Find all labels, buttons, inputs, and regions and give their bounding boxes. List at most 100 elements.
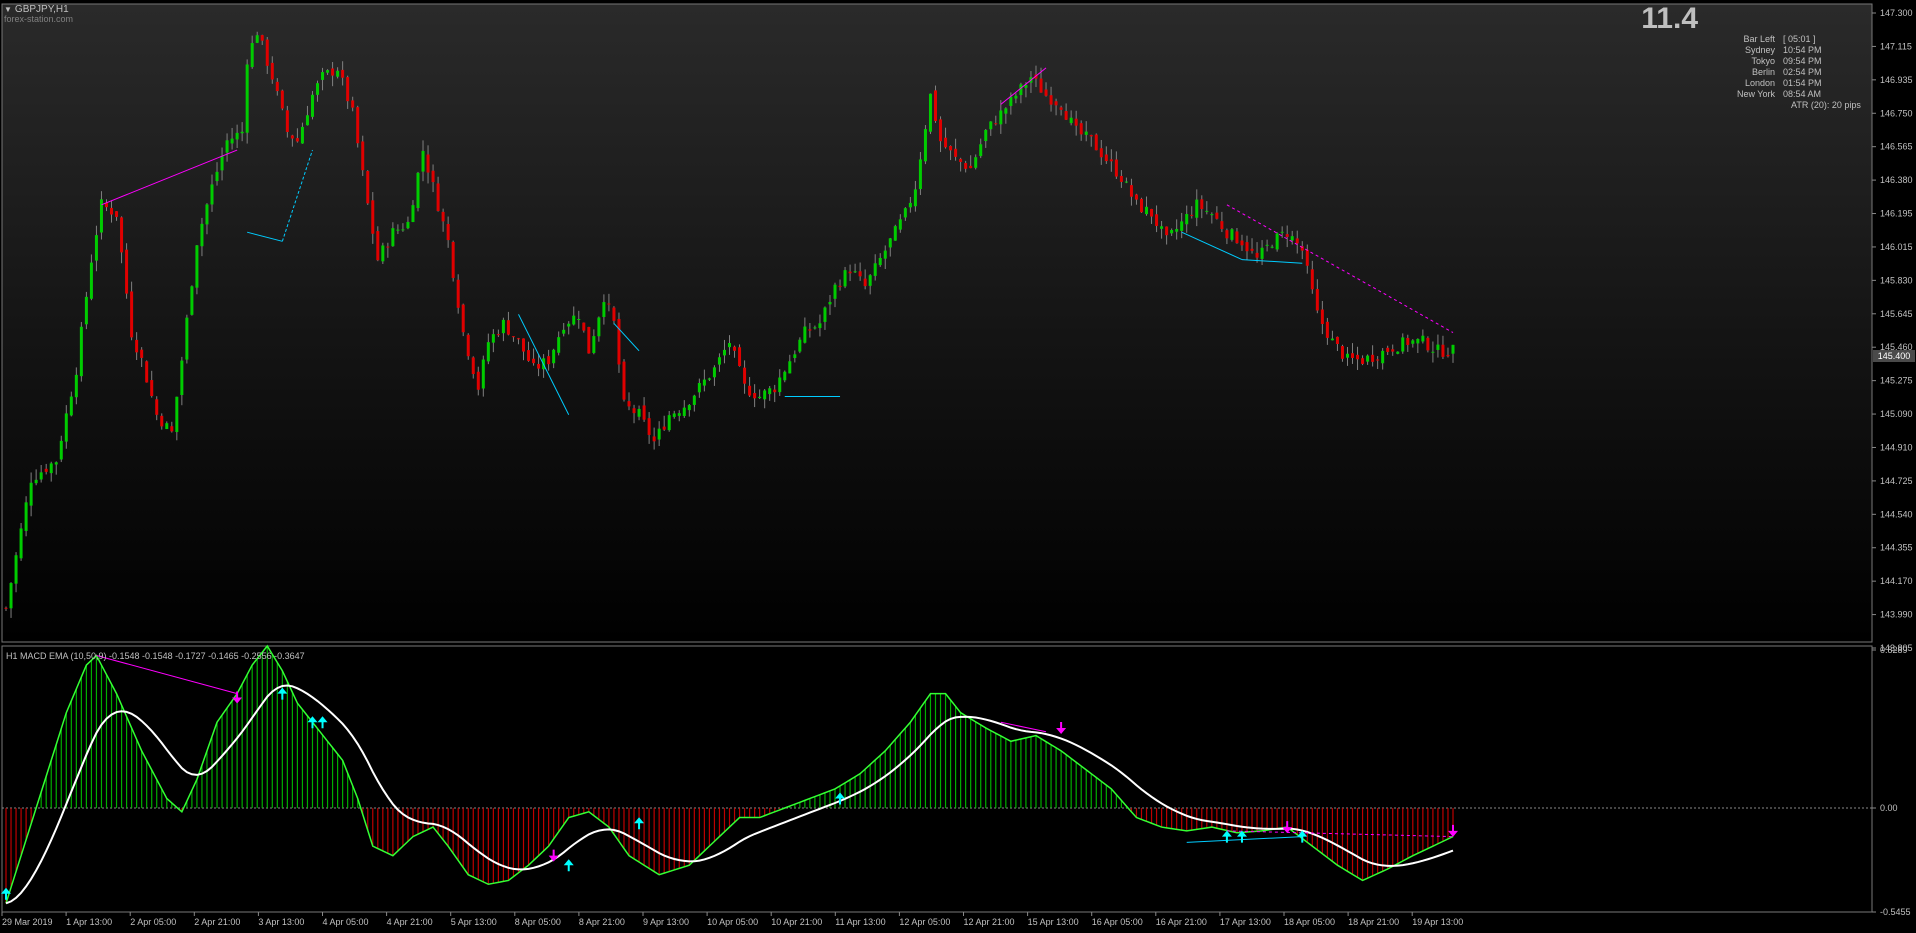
candle-body	[506, 320, 510, 335]
candle-body	[486, 342, 490, 362]
chart-window[interactable]: 147.300 147.115 146.935 146.750 146.565 146.3…	[0, 0, 1916, 933]
candle-body	[652, 436, 656, 442]
time-tick-label: 11 Apr 13:00	[835, 917, 885, 927]
candle-body	[1280, 231, 1284, 233]
session-time: 10:54 PM	[1783, 45, 1822, 55]
candle-body	[682, 407, 686, 417]
session-row: Berlin 02:54 PM	[1660, 67, 1890, 78]
price-chart[interactable]: 147.300147.115146.935146.750146.565146.3…	[0, 0, 1916, 933]
macd-tick-label: -0.5455	[1880, 907, 1911, 917]
atr-readout: ATR (20): 20 pips	[1791, 100, 1861, 110]
candle-body	[180, 360, 184, 396]
time-tick-label: 19 Apr 13:00	[1412, 917, 1463, 927]
session-name: London	[1744, 78, 1775, 88]
candle-body	[501, 319, 505, 334]
candle-body	[1275, 233, 1279, 250]
candle-body	[436, 183, 440, 211]
candle-body	[411, 205, 415, 223]
candle-body	[552, 349, 556, 364]
session-row: Sydney 10:54 PM	[1660, 45, 1890, 56]
candle-body	[94, 235, 98, 261]
candle-body	[1064, 111, 1068, 120]
candle-body	[361, 141, 365, 171]
candle-body	[295, 138, 299, 142]
candle-body	[677, 413, 681, 416]
candle-body	[913, 189, 917, 207]
candle-body	[235, 132, 239, 140]
candle-body	[310, 94, 314, 117]
candle-body	[1255, 252, 1259, 258]
candle-body	[984, 129, 988, 142]
candle-body	[396, 229, 400, 231]
candle-body	[1129, 185, 1133, 197]
candle-body	[918, 159, 922, 190]
candle-body	[316, 83, 320, 95]
candle-body	[592, 336, 596, 353]
candle-body	[1195, 199, 1199, 218]
session-row: New York 08:54 AM	[1660, 89, 1890, 100]
candle-body	[1119, 175, 1123, 182]
candle-body	[994, 123, 998, 125]
price-tick-label: 147.300	[1880, 8, 1913, 18]
candle-body	[954, 148, 958, 157]
candle-body	[888, 238, 892, 248]
candle-body	[717, 357, 721, 365]
candle-body	[150, 380, 154, 397]
candle-body	[1396, 351, 1400, 354]
candle-body	[145, 361, 149, 383]
watermark: forex-station.com	[4, 14, 74, 24]
candle-body	[351, 100, 355, 108]
candle-body	[456, 279, 460, 308]
candle-body	[878, 258, 882, 266]
price-tick-label: 145.645	[1880, 309, 1913, 319]
candle-body	[898, 219, 902, 230]
candle-body	[702, 379, 706, 386]
candle-body	[185, 317, 189, 360]
candle-body	[1094, 134, 1098, 151]
candle-body	[9, 583, 13, 609]
candle-body	[1406, 337, 1410, 345]
candle-body	[1285, 234, 1289, 237]
candle-body	[135, 339, 139, 353]
candle-body	[933, 90, 937, 122]
candle-body	[1104, 154, 1108, 162]
candle-body	[949, 146, 953, 151]
price-tick-label: 146.565	[1880, 142, 1913, 152]
candle-body	[406, 221, 410, 229]
candle-body	[336, 70, 340, 77]
macd-tick-label: 0.8289	[1880, 645, 1908, 655]
candle-body	[697, 382, 701, 393]
session-row: Bar Left [ 05:01 ]	[1660, 34, 1890, 45]
candle-body	[1431, 351, 1435, 353]
candle-body	[59, 440, 63, 460]
candle-body	[1079, 123, 1083, 135]
time-tick-label: 4 Apr 05:00	[323, 917, 369, 927]
candle-body	[1250, 248, 1254, 251]
candle-body	[637, 408, 641, 417]
candle-body	[461, 304, 465, 333]
candle-body	[1240, 240, 1244, 246]
session-time: 02:54 PM	[1783, 67, 1822, 77]
candle-body	[1245, 242, 1249, 252]
candle-body	[381, 245, 385, 262]
candle-body	[612, 307, 616, 321]
macd-tick-label: 0.00	[1880, 803, 1898, 813]
candle-body	[155, 399, 159, 415]
price-tick-label: 145.830	[1880, 275, 1913, 285]
time-tick-label: 15 Apr 13:00	[1028, 917, 1079, 927]
candle-body	[275, 81, 279, 92]
session-name: Bar Left	[1743, 34, 1775, 44]
candle-body	[808, 329, 812, 331]
session-time: 01:54 PM	[1783, 78, 1822, 88]
candle-body	[491, 334, 495, 343]
candle-body	[853, 271, 857, 273]
candle-body	[1330, 338, 1334, 341]
triangle-down-icon[interactable]: ▼	[4, 5, 12, 14]
price-tick-label: 144.355	[1880, 543, 1913, 553]
session-row: Tokyo 09:54 PM	[1660, 56, 1890, 67]
candle-body	[466, 334, 470, 357]
candle-body	[1270, 246, 1274, 248]
candle-body	[1351, 353, 1355, 358]
candle-body	[74, 374, 78, 398]
candle-body	[1210, 214, 1214, 216]
